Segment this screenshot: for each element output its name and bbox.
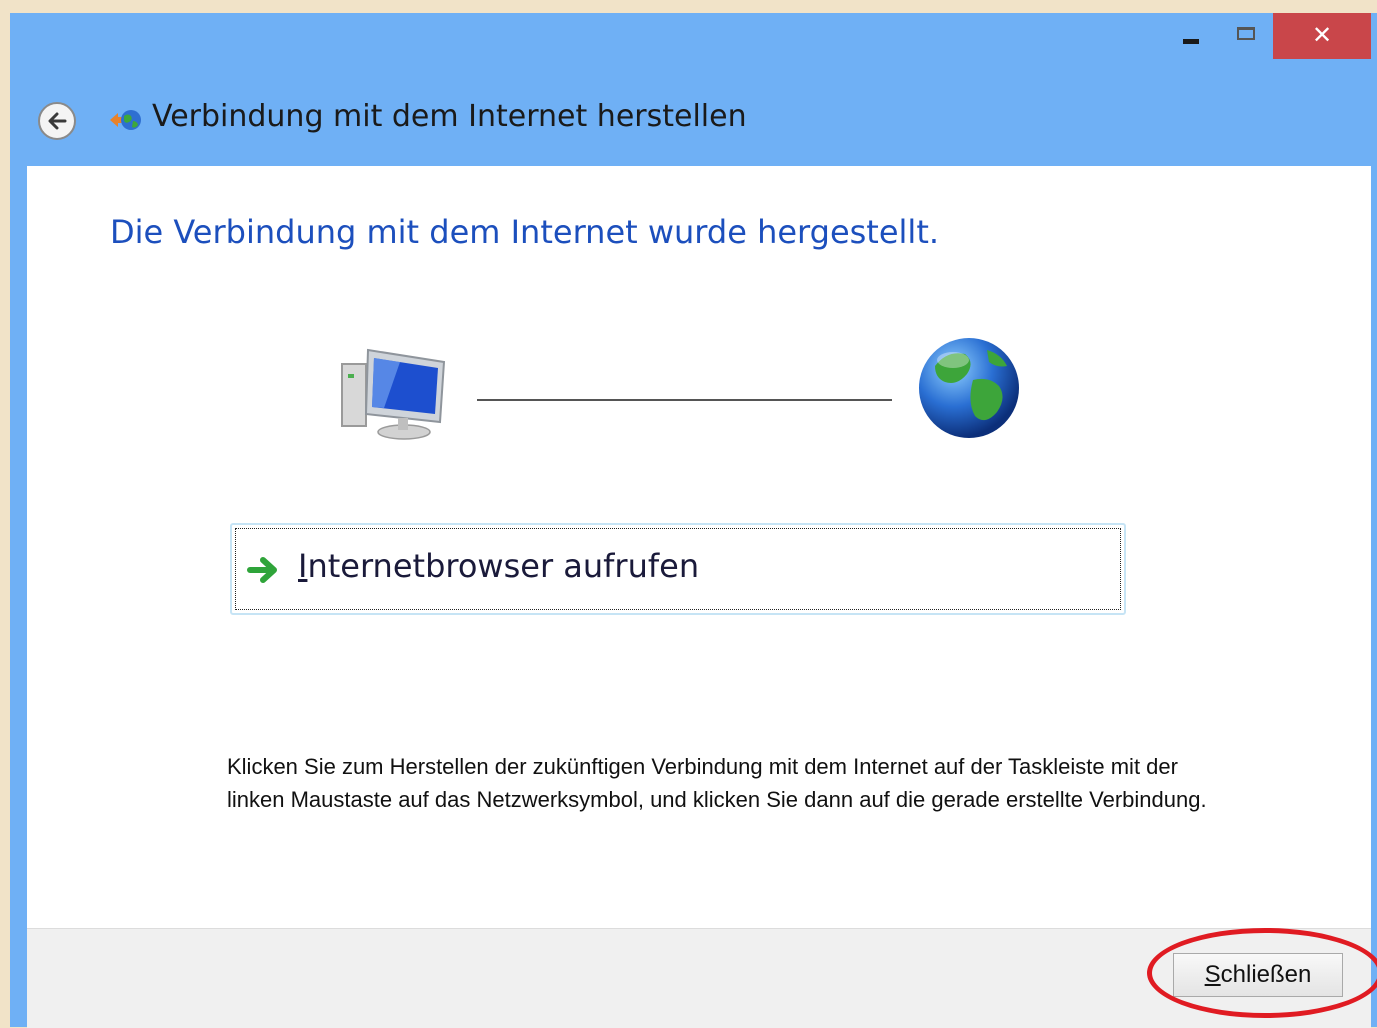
access-key-letter: S: [1204, 961, 1221, 988]
network-globe-icon: [110, 110, 141, 130]
close-window-button[interactable]: ✕: [1273, 13, 1371, 59]
minimize-icon: [1183, 39, 1199, 44]
close-button[interactable]: Schließen: [1173, 953, 1343, 997]
minimize-button[interactable]: [1161, 13, 1217, 59]
back-arrow-icon: [48, 112, 67, 130]
connection-line: [477, 399, 892, 401]
open-browser-link[interactable]: Internetbrowser aufrufen: [230, 523, 1126, 615]
page-heading: Die Verbindung mit dem Internet wurde he…: [110, 213, 940, 251]
window-title: Verbindung mit dem Internet herstellen: [152, 99, 747, 134]
close-icon: ✕: [1311, 21, 1333, 49]
maximize-button[interactable]: [1217, 13, 1273, 59]
info-text: Klicken Sie zum Herstellen der zukünftig…: [227, 754, 1207, 812]
wizard-window: ✕ Verbindung mit dem Internet herstellen…: [10, 13, 1377, 1028]
open-browser-label-rest: nternetbrowser aufrufen: [307, 547, 700, 585]
computer-icon: [341, 348, 446, 440]
close-button-label-rest: chließen: [1220, 961, 1312, 988]
back-button[interactable]: [38, 102, 76, 140]
globe-icon: [919, 338, 1019, 438]
open-browser-label: Internetbrowser aufrufen: [298, 547, 699, 585]
maximize-icon: [1237, 27, 1255, 40]
green-arrow-icon: [247, 557, 277, 583]
window-controls: ✕: [1161, 13, 1371, 59]
dialog-footer: Schließen: [27, 928, 1377, 1028]
content-area: Die Verbindung mit dem Internet wurde he…: [27, 166, 1371, 928]
